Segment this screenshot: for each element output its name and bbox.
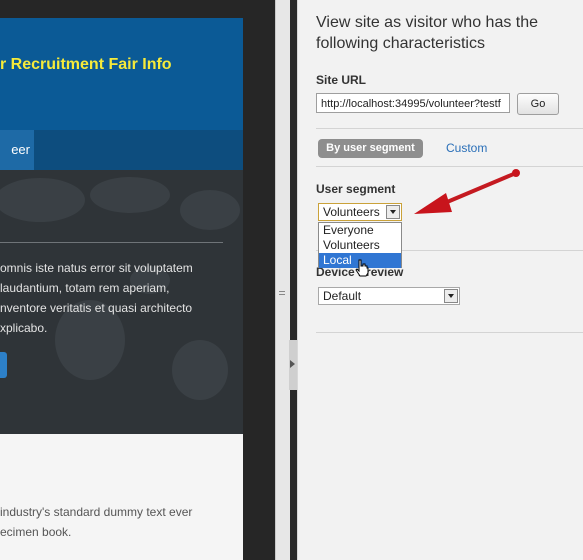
site-url-input[interactable]: http://localhost:34995/volunteer?testf: [316, 93, 510, 113]
tab-custom[interactable]: Custom: [446, 139, 487, 158]
nav-item-label: eer: [11, 142, 30, 157]
nav-item-volunteer[interactable]: eer: [0, 130, 34, 170]
site-nav-bar: eer: [0, 130, 243, 170]
preview-settings-panel: View site as visitor who has the followi…: [297, 0, 583, 560]
chevron-down-icon[interactable]: [444, 289, 458, 303]
go-button[interactable]: Go: [517, 93, 559, 115]
site-preview-pane: r Recruitment Fair Info eer omnis iste n…: [0, 0, 275, 560]
hero-text: omnis iste natus error sit voluptatem la…: [0, 258, 243, 338]
content-text-line: industry's standard dummy text ever: [0, 505, 193, 519]
hero-text-line: xplicabo.: [0, 321, 48, 335]
site-url-label: Site URL: [316, 73, 367, 87]
hero-text-line: laudantium, totam rem aperiam,: [0, 281, 170, 295]
grip-icon: [279, 290, 285, 298]
hero-text-line: nventore veritatis et quasi architecto: [0, 301, 193, 315]
content-text: industry's standard dummy text ever ecim…: [0, 502, 192, 542]
user-segment-label: User segment: [316, 182, 396, 196]
hero-banner: omnis iste natus error sit voluptatem la…: [0, 170, 243, 434]
content-text-line: ecimen book.: [0, 525, 72, 539]
device-preview-select[interactable]: Default: [318, 287, 460, 305]
user-segment-value: Volunteers: [323, 205, 380, 219]
tab-by-user-segment[interactable]: By user segment: [318, 139, 423, 158]
divider: [316, 332, 583, 333]
user-segment-select[interactable]: Volunteers: [318, 203, 402, 221]
site-content-section: industry's standard dummy text ever ecim…: [0, 434, 243, 560]
site-preview-page: r Recruitment Fair Info eer omnis iste n…: [0, 18, 243, 560]
device-preview-value: Default: [323, 289, 362, 303]
pane-splitter[interactable]: [275, 0, 290, 560]
site-title: r Recruitment Fair Info: [0, 56, 172, 73]
panel-heading: View site as visitor who has the followi…: [316, 14, 539, 52]
hero-button[interactable]: [0, 352, 7, 378]
site-header: r Recruitment Fair Info: [0, 18, 243, 130]
hero-divider: [0, 242, 223, 243]
collapse-arrow-icon: [290, 360, 295, 368]
option-volunteers[interactable]: Volunteers: [319, 238, 401, 253]
pointer-hand-icon: [355, 259, 369, 277]
divider: [316, 128, 583, 129]
collapse-panel-tab[interactable]: [289, 340, 297, 390]
hero-text-line: omnis iste natus error sit voluptatem: [0, 261, 193, 275]
chevron-down-icon[interactable]: [386, 205, 400, 219]
option-everyone[interactable]: Everyone: [319, 223, 401, 238]
divider: [316, 166, 583, 167]
